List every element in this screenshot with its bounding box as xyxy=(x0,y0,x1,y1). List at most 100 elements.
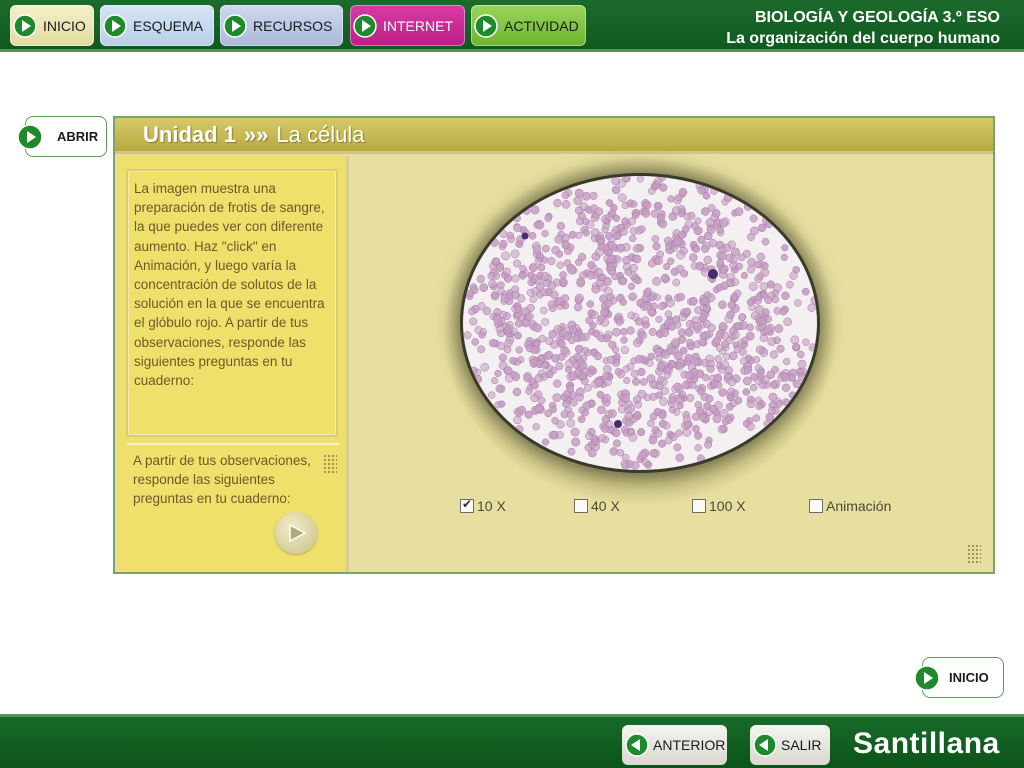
red-blood-cell xyxy=(541,229,549,238)
animation-option[interactable]: Animación xyxy=(809,498,891,514)
red-blood-cell xyxy=(574,188,584,198)
red-blood-cell xyxy=(495,384,504,393)
red-blood-cell xyxy=(672,278,681,287)
red-blood-cell xyxy=(747,265,755,274)
red-blood-cell xyxy=(743,376,752,386)
nav-recursos-button[interactable]: RECURSOS xyxy=(220,5,343,46)
option-label-10x: 10 X xyxy=(477,498,506,514)
checkbox-40x[interactable] xyxy=(574,499,588,513)
red-blood-cell xyxy=(757,223,767,232)
red-blood-cell xyxy=(600,307,609,317)
red-blood-cell xyxy=(719,218,728,228)
red-blood-cell xyxy=(699,331,708,340)
red-blood-cell xyxy=(606,355,615,364)
red-blood-cell xyxy=(550,290,559,300)
red-blood-cell xyxy=(675,362,684,371)
resize-grip-icon[interactable] xyxy=(967,544,981,564)
anterior-button[interactable]: ANTERIOR xyxy=(622,725,727,765)
salir-label: SALIR xyxy=(781,737,822,753)
option-label-100x: 100 X xyxy=(709,498,746,514)
red-blood-cell xyxy=(642,301,652,311)
nav-esquema-button[interactable]: ESQUEMA xyxy=(100,5,214,46)
red-blood-cell xyxy=(713,336,721,345)
magnification-100x-option[interactable]: 100 X xyxy=(692,498,746,514)
magnification-10x-option[interactable]: 10 X xyxy=(460,497,506,514)
nav-inicio-button[interactable]: INICIO xyxy=(10,5,94,46)
red-blood-cell xyxy=(566,410,575,419)
red-blood-cell xyxy=(631,211,640,219)
red-blood-cell xyxy=(746,399,756,409)
red-blood-cell xyxy=(767,291,775,299)
red-blood-cell xyxy=(767,337,777,346)
red-blood-cell xyxy=(614,368,623,376)
red-blood-cell xyxy=(658,439,667,448)
checkbox-animation[interactable] xyxy=(809,499,823,513)
salir-button[interactable]: SALIR xyxy=(750,725,830,765)
red-blood-cell xyxy=(514,304,523,313)
resize-grip-icon[interactable] xyxy=(323,454,337,474)
red-blood-cell xyxy=(755,345,764,354)
red-blood-cell xyxy=(647,259,657,268)
red-blood-cell xyxy=(538,334,547,343)
red-blood-cell xyxy=(586,300,595,308)
red-blood-cell xyxy=(801,287,810,296)
red-blood-cell xyxy=(730,292,739,301)
red-blood-cell xyxy=(488,391,496,399)
red-blood-cell xyxy=(649,412,658,421)
red-blood-cell xyxy=(625,460,634,468)
red-blood-cell xyxy=(617,405,627,414)
red-blood-cell xyxy=(503,267,511,276)
red-blood-cell xyxy=(512,387,522,397)
red-blood-cell xyxy=(526,288,535,297)
red-blood-cell xyxy=(746,422,755,431)
red-blood-cell xyxy=(607,241,617,251)
red-blood-cell xyxy=(509,327,518,336)
red-blood-cell xyxy=(716,226,724,234)
red-blood-cell xyxy=(591,284,601,294)
red-blood-cell xyxy=(714,355,723,363)
summary-text: A partir de tus observaciones, responde … xyxy=(133,453,311,507)
checkbox-100x[interactable] xyxy=(692,499,706,513)
course-subject: BIOLOGÍA Y GEOLOGÍA 3.º ESO xyxy=(755,9,1000,26)
instructions-box[interactable]: La imagen muestra una preparación de fro… xyxy=(126,169,338,437)
checkbox-10x[interactable] xyxy=(460,497,474,513)
red-blood-cell xyxy=(612,439,621,448)
red-blood-cell xyxy=(624,411,634,421)
red-blood-cell xyxy=(619,227,628,236)
red-blood-cell xyxy=(610,204,618,212)
red-blood-cell xyxy=(652,242,661,251)
red-blood-cell xyxy=(487,272,496,280)
back-arrow-icon xyxy=(753,733,777,757)
red-blood-cell xyxy=(541,318,550,326)
red-blood-cell xyxy=(555,431,564,439)
red-blood-cell xyxy=(618,276,628,286)
red-blood-cell xyxy=(604,232,613,240)
red-blood-cell xyxy=(773,283,782,293)
red-blood-cell xyxy=(680,269,689,278)
nav-internet-button[interactable]: INTERNET xyxy=(350,5,465,46)
red-blood-cell xyxy=(578,406,586,414)
red-blood-cell xyxy=(561,191,570,200)
nav-actividad-button[interactable]: ACTIVIDAD xyxy=(471,5,586,46)
red-blood-cell xyxy=(658,411,667,420)
red-blood-cell xyxy=(525,344,534,353)
red-blood-cell xyxy=(691,412,700,421)
red-blood-cell xyxy=(694,444,702,452)
red-blood-cell xyxy=(644,287,652,296)
red-blood-cell xyxy=(697,186,706,195)
red-blood-cell xyxy=(498,353,507,362)
inicio-side-button[interactable]: INICIO xyxy=(914,657,1004,698)
red-blood-cell xyxy=(513,223,522,233)
abrir-button[interactable]: ABRIR xyxy=(17,116,107,157)
unit-name: La célula xyxy=(276,122,365,147)
red-blood-cell xyxy=(710,379,719,388)
red-blood-cell xyxy=(495,325,504,333)
next-button[interactable] xyxy=(275,512,317,554)
red-blood-cell xyxy=(649,449,658,458)
red-blood-cell xyxy=(653,201,663,211)
red-blood-cell xyxy=(783,357,791,366)
red-blood-cell xyxy=(677,204,686,213)
magnification-40x-option[interactable]: 40 X xyxy=(574,498,620,514)
red-blood-cell xyxy=(603,364,612,374)
red-blood-cell xyxy=(702,373,710,382)
